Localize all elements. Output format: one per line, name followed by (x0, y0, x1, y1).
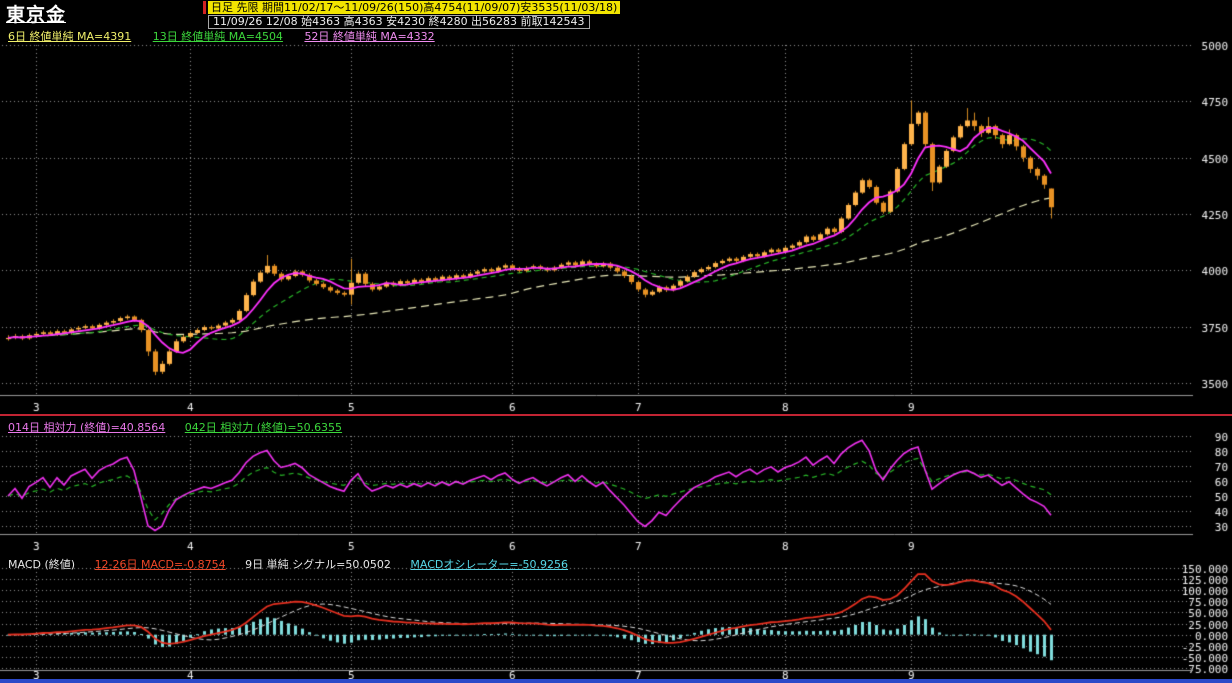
latest-quote-info: 11/09/26 12/08 始4363 高4363 安4230 終4280 出… (208, 15, 590, 29)
red-marker (203, 1, 206, 14)
macd-chart-canvas[interactable] (0, 562, 1232, 683)
instrument-title: 東京金 (6, 4, 67, 26)
candlestick-chart-canvas[interactable] (0, 40, 1232, 418)
bottom-scrollbar[interactable] (0, 679, 1232, 683)
chart-period-info: 日足 先限 期間11/02/17～11/09/26(150)高4754(11/0… (208, 1, 621, 14)
chart-window: 東京金 日足 先限 期間11/02/17～11/09/26(150)高4754(… (0, 0, 1232, 683)
panel-separator-line (0, 414, 1232, 416)
rsi-chart-canvas[interactable] (0, 428, 1232, 554)
